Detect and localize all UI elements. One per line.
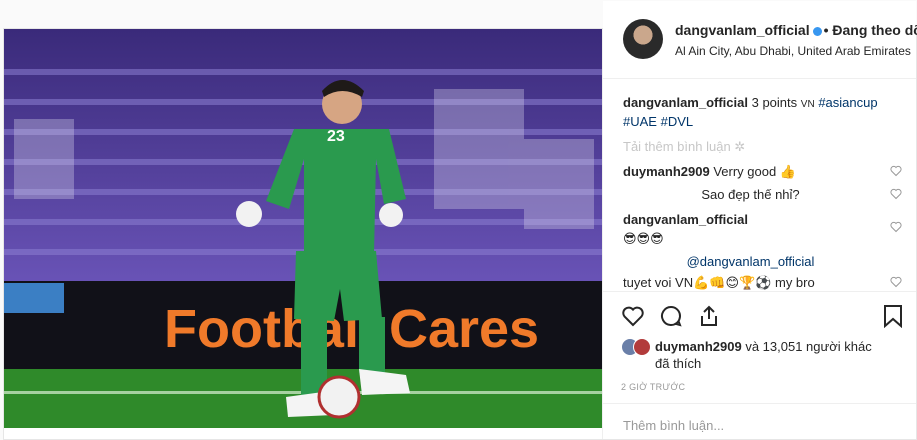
- post-timestamp: 2 GIỜ TRƯỚC: [621, 382, 686, 392]
- likes-suffix: đã thích: [655, 356, 702, 371]
- add-comment-input[interactable]: Thêm bình luận...: [603, 403, 916, 433]
- liker-username[interactable]: duymanh2909: [655, 339, 742, 354]
- avatar[interactable]: [623, 19, 663, 59]
- post-sidebar: dangvanlam_official • Đang theo dõ Al Ain…: [602, 1, 917, 439]
- comment-like-heart-icon[interactable]: [890, 188, 902, 200]
- hashtag-asiancup[interactable]: #asiancup: [818, 95, 877, 110]
- comment-item: tuyet voi VN💪👊😊🏆⚽ my bro: [623, 274, 902, 291]
- comment-like-heart-icon[interactable]: [890, 276, 902, 288]
- instagram-post: Football Cares 23 dangvanlam_official • …: [3, 1, 917, 440]
- comment-username[interactable]: duymanh2909: [623, 164, 710, 179]
- verified-badge-icon: [812, 26, 822, 36]
- comment-bubble-icon[interactable]: [659, 304, 683, 328]
- caption: dangvanlam_official 3 points VN #asiancu…: [623, 94, 902, 130]
- mention-link[interactable]: @dangvanlam_official: [687, 254, 815, 269]
- post-actions: duymanh2909 và 13,051 người khác đã thíc…: [603, 291, 916, 392]
- like-heart-icon[interactable]: [621, 304, 645, 328]
- comment-like-heart-icon[interactable]: [890, 221, 902, 233]
- save-bookmark-icon[interactable]: [882, 304, 904, 328]
- caption-username[interactable]: dangvanlam_official: [623, 95, 748, 110]
- hashtag-dvl[interactable]: #DVL: [661, 114, 694, 129]
- spinner-icon: ✲: [734, 139, 746, 154]
- comment-username[interactable]: dangvanlam_official: [623, 212, 748, 227]
- hashtag-uae[interactable]: #UAE: [623, 114, 657, 129]
- flag-label: VN: [800, 99, 815, 110]
- comment-item: @dangvanlam_official: [623, 253, 902, 270]
- comment-like-heart-icon[interactable]: [890, 165, 902, 177]
- post-header: dangvanlam_official • Đang theo dõ Al Ain…: [603, 1, 917, 79]
- header-username[interactable]: dangvanlam_official: [675, 22, 810, 38]
- goalkeeper-photo: Football Cares 23: [4, 29, 602, 428]
- comment-item: dangvanlam_official 😎😎😎: [623, 211, 902, 247]
- comment-text: tuyet voi VN💪👊😊🏆⚽ my bro: [623, 275, 815, 290]
- comment-item: duymanh2909 Verry good 👍: [623, 163, 902, 180]
- share-icon[interactable]: [697, 304, 721, 328]
- jersey-number: 23: [327, 128, 345, 145]
- liker-avatar: [633, 338, 651, 356]
- likes-summary: duymanh2909 và 13,051 người khác đã thíc…: [621, 338, 904, 372]
- comment-text: Verry good 👍: [713, 164, 796, 179]
- comment-text: Sao đẹp thế nhỉ?: [701, 187, 800, 202]
- post-photo[interactable]: Football Cares 23: [4, 29, 602, 428]
- location-link[interactable]: Al Ain City, Abu Dhabi, United Arab Emir…: [675, 44, 917, 58]
- load-more-comments-button[interactable]: Tải thêm bình luận ✲: [623, 139, 902, 155]
- comment-item: Sao đẹp thế nhỉ?: [623, 186, 902, 203]
- comments-section: dangvanlam_official 3 points VN #asiancu…: [623, 94, 902, 291]
- likes-count-link[interactable]: và 13,051 người khác: [745, 339, 871, 354]
- comment-text: 😎😎😎: [623, 231, 664, 246]
- caption-text: 3 points: [751, 95, 798, 110]
- follow-status-button[interactable]: • Đang theo dõ: [824, 22, 917, 38]
